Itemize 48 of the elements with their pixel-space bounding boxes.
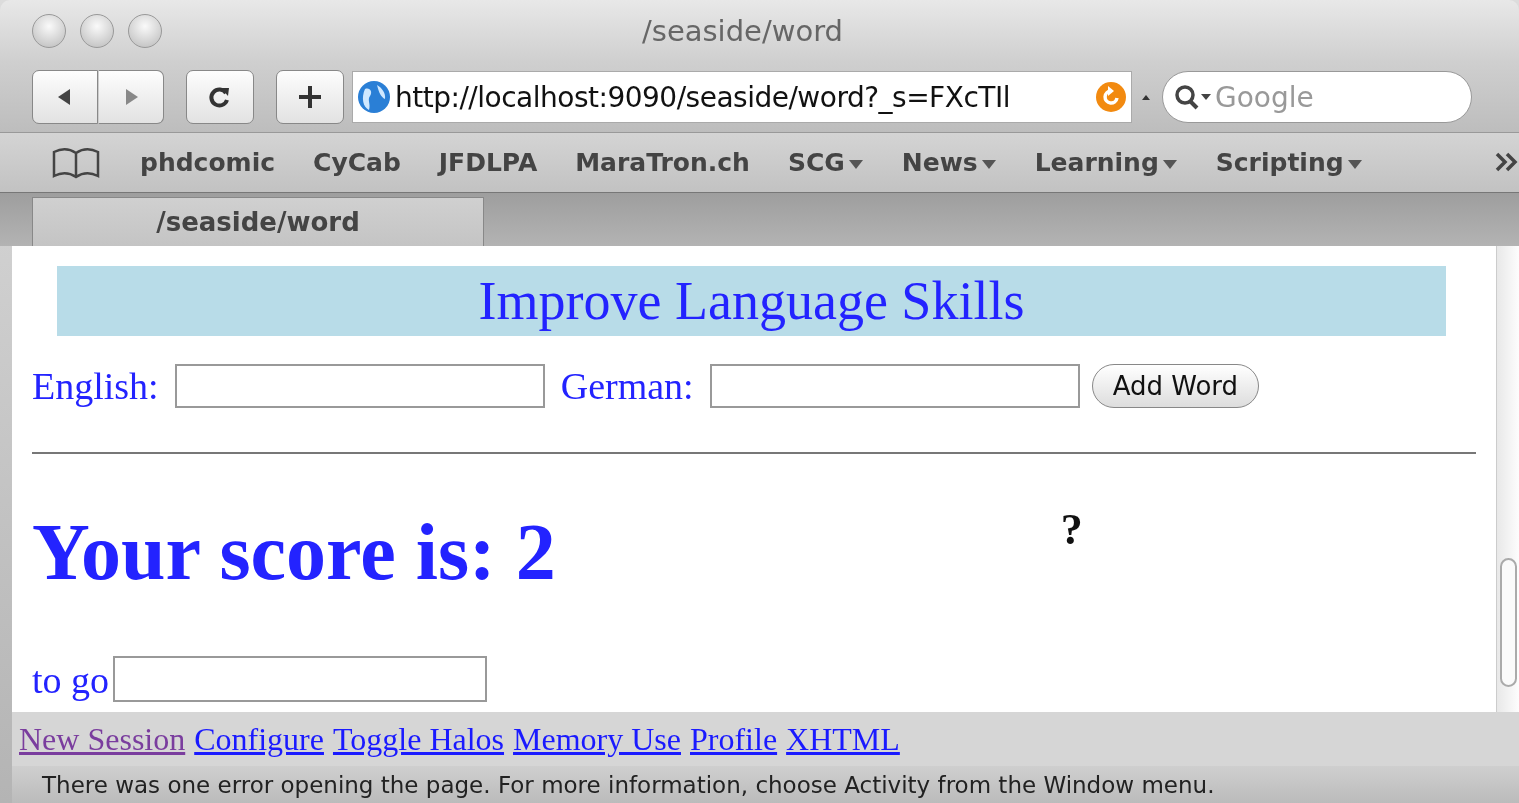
address-field[interactable]: http://localhost:9090/seaside/word?_s=FXcTIl [352, 71, 1132, 123]
status-text: There was one error opening the page. For more information, choose Activity from the Window menu. [42, 771, 1215, 798]
page-banner: Improve Language Skills [57, 266, 1446, 336]
close-button[interactable] [32, 14, 66, 48]
chevron-icon[interactable] [1495, 151, 1519, 173]
dropdown-icon [847, 157, 864, 170]
score-heading: Your score is: 2 [32, 512, 556, 592]
footer-link[interactable]: Configure [194, 720, 324, 758]
footer-link[interactable]: Profile [690, 720, 778, 758]
bookmark-item[interactable]: phdcomic [140, 148, 276, 177]
footer-link[interactable]: Memory Use [513, 720, 681, 758]
globe-icon [357, 80, 391, 114]
zoom-button[interactable] [128, 14, 162, 48]
search-input[interactable]: Google [1213, 79, 1437, 115]
footer-link[interactable]: New Session [19, 720, 186, 758]
field-label: English: [32, 364, 159, 408]
add-bookmark-button[interactable] [276, 70, 344, 124]
input-field[interactable] [709, 364, 1080, 408]
window-title: /seaside/word [642, 14, 843, 48]
search-field[interactable]: Google [1162, 71, 1472, 123]
reload-button[interactable] [186, 70, 254, 124]
answer-label: to go [32, 658, 110, 702]
bookmark-item[interactable]: MaraTron.ch [575, 148, 750, 177]
bookmark-item[interactable]: Scripting [1215, 148, 1363, 177]
input-field[interactable] [174, 364, 545, 408]
back-button[interactable] [32, 70, 98, 124]
footer-link[interactable]: XHTML [786, 720, 900, 758]
dropdown-icon [1346, 157, 1363, 170]
plus-icon [297, 84, 323, 110]
field-label: German: [560, 364, 694, 408]
search-icon [1173, 82, 1213, 112]
bookmark-item[interactable]: CyCab [313, 148, 401, 177]
footer-link[interactable]: Toggle Halos [332, 720, 505, 758]
add-word-button[interactable]: Add Word [1091, 364, 1260, 408]
bookmark-item[interactable]: SCG [787, 148, 864, 177]
question-text: ? [1060, 504, 1083, 555]
bookmark-item[interactable]: News [901, 148, 997, 177]
scroll-thumb[interactable] [1500, 558, 1517, 687]
bookmark-item[interactable]: JFDLPA [438, 148, 538, 177]
reload-icon[interactable] [1095, 81, 1127, 113]
dropdown-icon [980, 157, 997, 170]
answer-field[interactable] [113, 656, 488, 702]
scrollbar[interactable] [1496, 246, 1519, 712]
book-icon[interactable] [50, 145, 102, 180]
minimize-button[interactable] [80, 14, 114, 48]
bookmark-item[interactable]: Learning [1034, 148, 1178, 177]
dropdown-icon [1161, 157, 1178, 170]
browser-tab[interactable]: /seaside/word [32, 197, 484, 246]
